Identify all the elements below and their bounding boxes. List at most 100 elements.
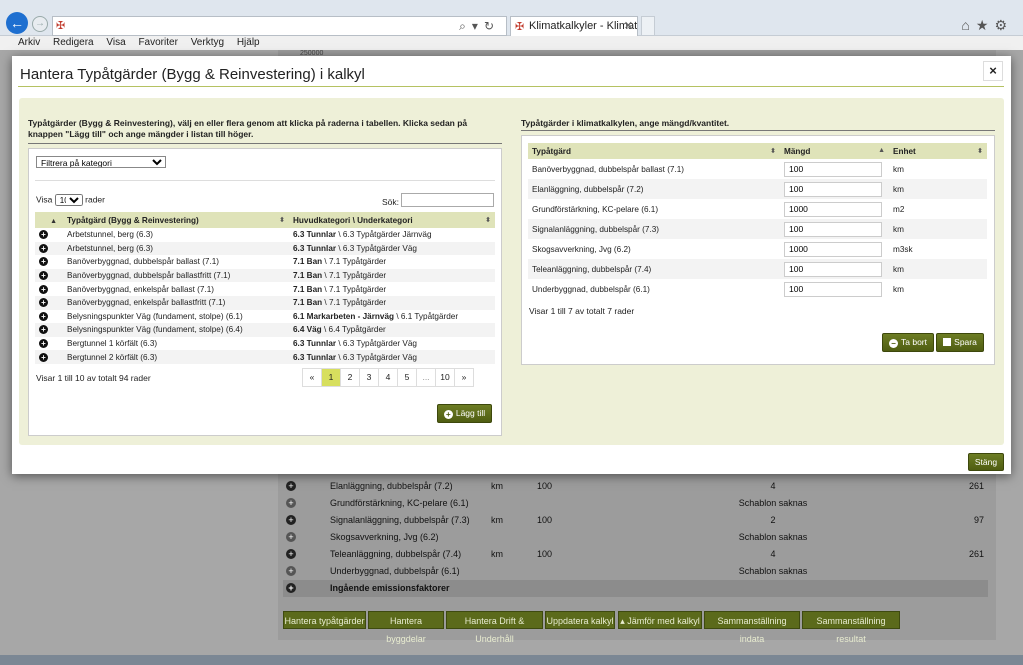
search-icon[interactable]: ⌕ [459, 19, 472, 33]
new-tab-button[interactable] [641, 16, 655, 36]
browser-tab[interactable]: ✠ Klimatkalkyler - Klimatkalkyl ✕ [510, 16, 638, 36]
update-calc-button[interactable]: Uppdatera kalkyl [545, 611, 615, 629]
plus-circle-icon[interactable]: + [286, 532, 296, 542]
summary-input-button[interactable]: Sammanställning indata [704, 611, 800, 644]
search-input[interactable] [401, 193, 494, 207]
plus-circle-icon[interactable]: + [39, 325, 48, 335]
plus-circle-icon[interactable]: + [39, 257, 48, 267]
manage-buildparts-button[interactable]: Hantera byggdelar [368, 611, 444, 644]
table-row[interactable]: + Belysningspunkter Väg (fundament, stolp… [35, 323, 495, 337]
table-row[interactable]: + Banöverbyggnad, dubbelspår ballast (7.1… [35, 255, 495, 269]
sub-category: \ 6.3 Typåtgärder Väg [338, 243, 417, 253]
gear-icon[interactable]: ⚙ [994, 17, 1013, 33]
table-row[interactable]: Banöverbyggnad, dubbelspår ballast (7.1)… [528, 159, 987, 179]
table-row[interactable]: Underbyggnad, dubbelspår (6.1) km [528, 279, 987, 299]
quantity-input[interactable] [784, 221, 882, 237]
pager-page-1[interactable]: 1 [321, 368, 341, 387]
back-arrow-icon[interactable]: ← [6, 12, 28, 34]
close-icon[interactable]: × [983, 61, 1003, 81]
add-button[interactable]: + Lägg till [437, 404, 492, 423]
main-category: 6.3 Tunnlar [293, 339, 337, 349]
dropdown-icon[interactable]: ▾ [472, 19, 484, 33]
pager-page-4[interactable]: 4 [378, 368, 398, 387]
pager-page-2[interactable]: 2 [340, 368, 360, 387]
table-row[interactable]: + Bergtunnel 1 körfält (6.3) 6.3 Tunnlar \… [35, 337, 495, 351]
calc-typeactions-panel: Typåtgärd ⬍ Mängd ▲ Enhet ⬍ Banöverbyggnad,… [521, 135, 995, 365]
table-row[interactable]: + Banöverbyggnad, dubbelspår ballastfritt… [35, 268, 495, 283]
table-row[interactable]: + Arbetstunnel, berg (6.3) 6.3 Tunnlar \ 6… [35, 228, 495, 242]
sub-category: \ 6.3 Typåtgärder Järnväg [338, 230, 432, 240]
pager-page-5[interactable]: 5 [397, 368, 417, 387]
plus-circle-icon[interactable]: + [286, 583, 296, 593]
sub-category: \ 7.1 Typåtgärder [324, 271, 387, 281]
plus-circle-icon[interactable]: + [39, 352, 48, 362]
table-row: + Grundförstärkning, KC-pelare (6.1) Sch… [283, 495, 988, 512]
typeaction-column-header[interactable]: Typåtgärd (Bygg & Reinvestering) ⬍ [63, 212, 289, 228]
plus-circle-icon[interactable]: + [286, 481, 296, 491]
quantity-input[interactable] [784, 261, 882, 277]
table-row[interactable]: Signalanläggning, dubbelspår (7.3) km [528, 219, 987, 239]
compare-calc-button[interactable]: ▴ Jämför med kalkyl [618, 611, 702, 629]
table-row[interactable]: Skogsavverkning, Jvg (6.2) m3sk [528, 239, 987, 259]
page-length-select[interactable]: 10 [54, 194, 83, 206]
menu-favoriter[interactable]: Favoriter [138, 37, 177, 48]
remove-button[interactable]: − Ta bort [882, 333, 934, 352]
table-row[interactable]: Grundförstärkning, KC-pelare (6.1) m2 [528, 199, 987, 219]
quantity-column-header[interactable]: Mängd ▲ [780, 143, 889, 159]
typeaction-column-header[interactable]: Typåtgärd ⬍ [528, 143, 780, 159]
table-row[interactable]: Elanläggning, dubbelspår (7.2) km [528, 179, 987, 199]
category-column-header[interactable]: Huvudkategori \ Underkategori ⬍ [289, 212, 495, 228]
table-row[interactable]: Teleanläggning, dubbelspår (7.4) km [528, 259, 987, 279]
quantity-input[interactable] [784, 181, 882, 197]
quantity-input[interactable] [784, 281, 882, 297]
plus-circle-icon[interactable]: + [39, 230, 48, 240]
category-filter-select[interactable]: Filtrera på kategori [36, 156, 166, 168]
plus-circle-icon[interactable]: + [286, 498, 296, 508]
menu-verktyg[interactable]: Verktyg [191, 37, 224, 48]
pager-page-3[interactable]: 3 [359, 368, 379, 387]
save-button[interactable]: Spara [936, 333, 984, 352]
menu-redigera[interactable]: Redigera [53, 37, 94, 48]
plus-circle-icon[interactable]: + [39, 339, 48, 349]
menu-visa[interactable]: Visa [106, 37, 125, 48]
emission-factors-header[interactable]: + Ingående emissionsfaktorer [283, 580, 988, 597]
plus-circle-icon[interactable]: + [39, 284, 48, 294]
quantity-input[interactable] [784, 201, 882, 217]
home-icon[interactable]: ⌂ [961, 17, 975, 33]
show-prefix: Visa [36, 194, 53, 205]
forward-arrow-icon[interactable]: → [32, 16, 48, 32]
table-row[interactable]: + Banöverbyggnad, enkelspår ballast (7.1)… [35, 282, 495, 296]
refresh-icon[interactable]: ↻ [484, 19, 500, 33]
minus-circle-icon: − [889, 339, 898, 348]
manage-maintenance-button[interactable]: Hantera Drift & Underhåll [446, 611, 543, 644]
table-row[interactable]: + Arbetstunnel, berg (6.3) 6.3 Tunnlar \ 6… [35, 241, 495, 256]
pager-prev[interactable]: « [302, 368, 322, 387]
plus-circle-icon[interactable]: + [39, 243, 48, 253]
plus-circle-icon[interactable]: + [39, 271, 48, 281]
menu-arkiv[interactable]: Arkiv [18, 37, 40, 48]
tab-close-icon[interactable]: ✕ [624, 19, 633, 32]
summary-result-button[interactable]: Sammanställning resultat [802, 611, 900, 644]
table-row[interactable]: + Belysningspunkter Väg (fundament, stolp… [35, 310, 495, 324]
plus-circle-icon[interactable]: + [286, 549, 296, 559]
plus-circle-icon[interactable]: + [286, 515, 296, 525]
plus-circle-icon[interactable]: + [39, 298, 48, 308]
quantity-input[interactable] [784, 241, 882, 257]
address-bar-icons: ⌕▾↻ [459, 19, 500, 34]
quantity-input[interactable] [784, 161, 882, 177]
plus-circle-icon[interactable]: + [286, 566, 296, 576]
table-row[interactable]: + Banöverbyggnad, enkelspår ballastfritt … [35, 295, 495, 310]
expand-column-header[interactable]: ▲ [35, 212, 63, 228]
close-modal-button[interactable]: Stäng [968, 453, 1004, 471]
pager-next[interactable]: » [454, 368, 474, 387]
menu-hjalp[interactable]: Hjälp [237, 37, 260, 48]
star-icon[interactable]: ★ [976, 17, 995, 33]
typeaction-cell: Grundförstärkning, KC-pelare (6.1) [532, 204, 659, 214]
plus-circle-icon[interactable]: + [39, 311, 48, 321]
unit-column-header[interactable]: Enhet ⬍ [889, 143, 987, 159]
manage-typeactions-button[interactable]: Hantera typåtgärder [283, 611, 366, 629]
address-bar[interactable]: ✠ ⌕▾↻ [52, 16, 507, 36]
category-cell: 6.1 Markarbeten - Järnväg \ 6.1 Typåtgär… [289, 310, 495, 324]
pager-page-10[interactable]: 10 [435, 368, 455, 387]
table-row[interactable]: + Bergtunnel 2 körfält (6.3) 6.3 Tunnlar \… [35, 350, 495, 364]
